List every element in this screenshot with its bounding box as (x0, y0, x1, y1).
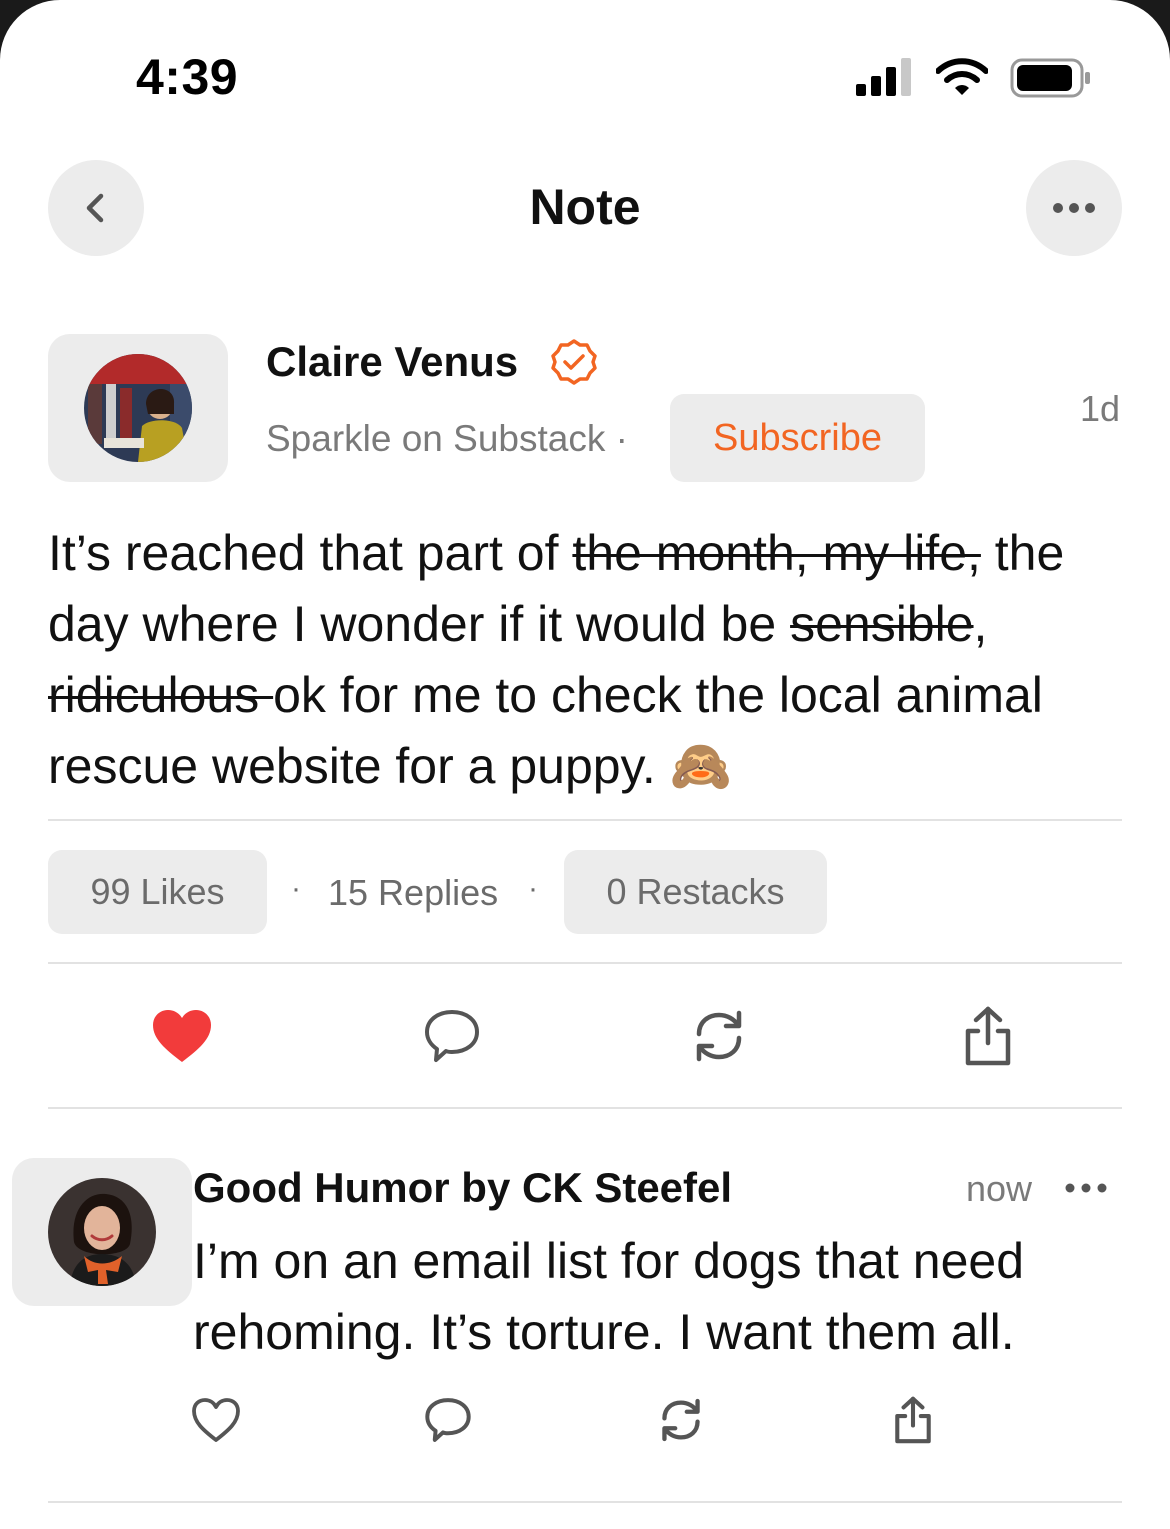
reply-text: I’m on an email list for dogs that need … (193, 1233, 1025, 1360)
share-icon (965, 1006, 1011, 1066)
author-avatar (84, 354, 192, 462)
share-icon (895, 1396, 931, 1444)
divider (48, 1501, 1122, 1503)
replies-count-button[interactable]: 15 Replies (328, 872, 498, 914)
divider (48, 1107, 1122, 1109)
note-body: It’s reached that part of the month, my … (48, 518, 1128, 802)
strikethrough-text: sensible (790, 596, 974, 652)
reply-timestamp: now (966, 1168, 1033, 1209)
author-avatar-tile[interactable] (48, 334, 228, 482)
divider (48, 962, 1122, 964)
heart-outline-icon (192, 1398, 240, 1442)
reply-restack-button[interactable] (651, 1390, 711, 1450)
note-screen: 4:39 Note Claire Venus Sparkle on Substa… (0, 0, 1170, 1529)
reply-avatar-tile[interactable] (12, 1158, 192, 1306)
battery-icon (1010, 58, 1090, 98)
separator-dot: · (528, 872, 538, 905)
subscribe-button[interactable]: Subscribe (670, 394, 925, 482)
ellipsis-icon[interactable] (1064, 1168, 1108, 1208)
comment-button[interactable] (412, 996, 492, 1076)
comment-icon (425, 1010, 479, 1062)
restacks-count-button[interactable]: 0 Restacks (564, 850, 827, 934)
ellipsis-icon (1053, 203, 1095, 213)
signal-icon (856, 58, 911, 96)
status-icons (856, 58, 1092, 98)
note-timestamp: 1d (1079, 388, 1120, 429)
reply-share-button[interactable] (883, 1388, 943, 1452)
publication-name[interactable]: Sparkle on Substack · (266, 418, 628, 460)
heart-icon (153, 1010, 211, 1062)
strikethrough-text: the month, my life, (572, 525, 981, 581)
divider (48, 819, 1122, 821)
reply-like-button[interactable] (186, 1390, 246, 1450)
separator-dot: · (291, 872, 301, 905)
restack-button[interactable] (679, 996, 759, 1076)
more-options-button[interactable] (1026, 160, 1122, 256)
share-button[interactable] (948, 996, 1028, 1076)
restack-icon (696, 1010, 742, 1062)
verified-badge-icon (551, 339, 597, 385)
reply-avatar (48, 1178, 156, 1286)
status-time: 4:39 (136, 49, 239, 105)
body-text: It’s reached that part of (48, 525, 573, 581)
strikethrough-text: ridiculous (48, 667, 274, 723)
reply-author[interactable]: Good Humor by CK Steefel (193, 1164, 732, 1212)
reply-comment-button[interactable] (418, 1390, 478, 1450)
wifi-icon (936, 58, 988, 95)
author-name[interactable]: Claire Venus (266, 338, 518, 386)
likes-count-button[interactable]: 99 Likes (48, 850, 267, 934)
see-no-evil-emoji: 🙈 (669, 738, 732, 794)
body-text: , (973, 596, 988, 652)
restack-icon (662, 1398, 700, 1442)
comment-icon (425, 1398, 471, 1442)
page-title: Note (529, 179, 641, 235)
like-button[interactable] (142, 996, 222, 1076)
